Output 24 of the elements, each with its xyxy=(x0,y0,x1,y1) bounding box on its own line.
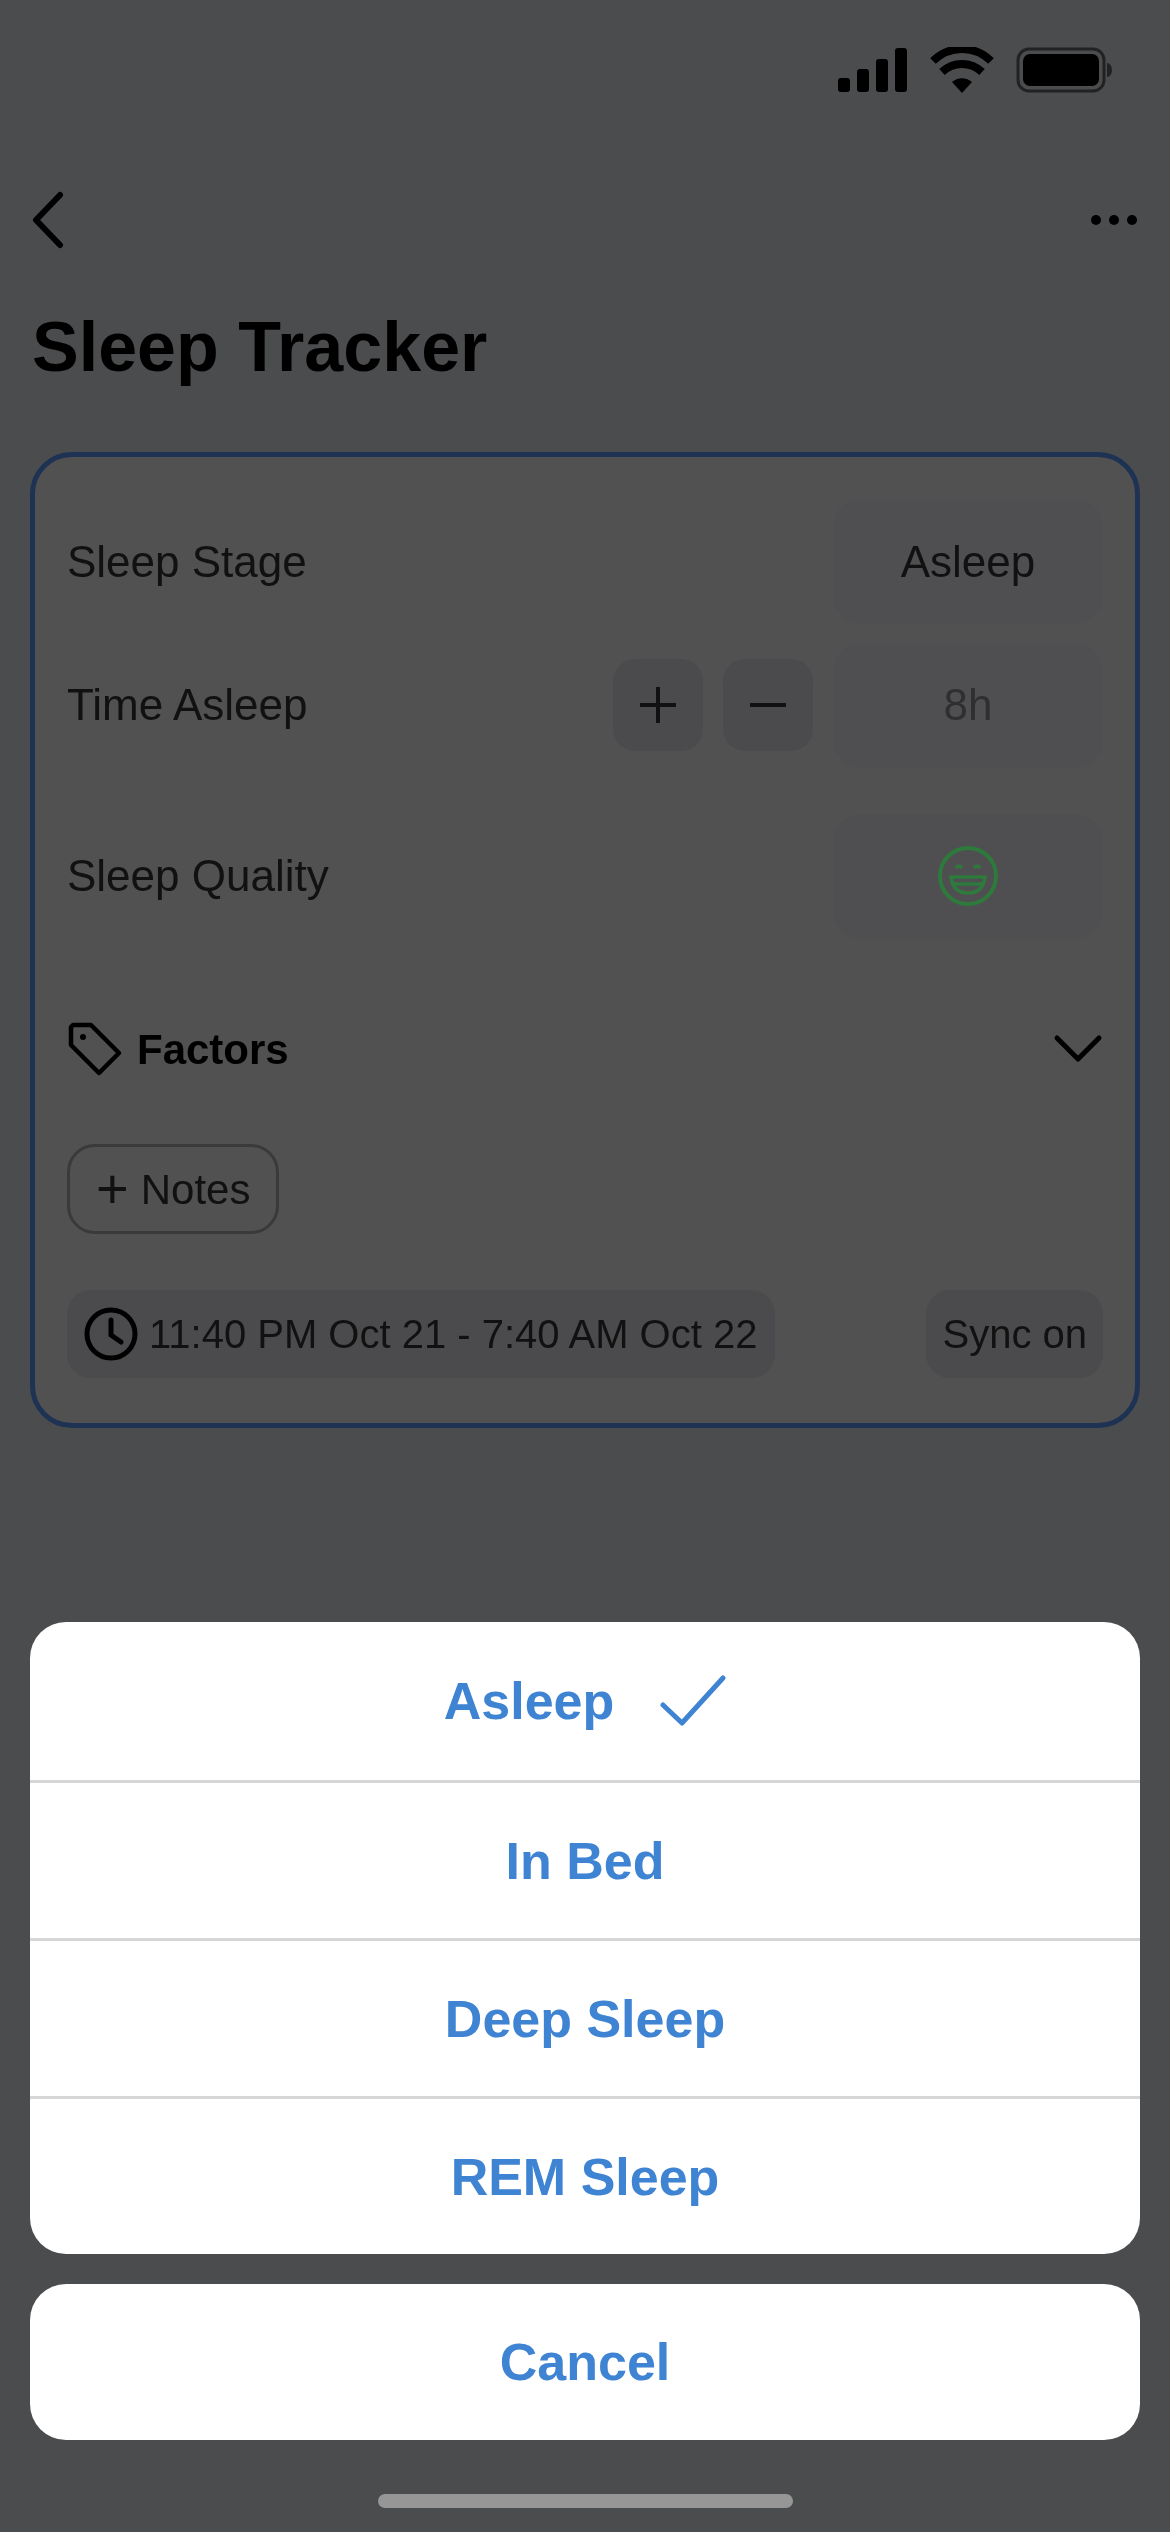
factors-label: Factors xyxy=(137,1024,289,1075)
row-label: Sleep Stage xyxy=(67,535,307,588)
sync-status[interactable]: Sync on xyxy=(926,1290,1103,1378)
plus-icon xyxy=(638,685,678,725)
battery-icon xyxy=(1016,47,1114,93)
cancel-button[interactable]: Cancel xyxy=(30,2284,1140,2440)
sheet-option[interactable]: REM Sleep xyxy=(30,2096,1140,2254)
row-label: Sleep Quality xyxy=(67,850,329,902)
row-label: Time Asleep xyxy=(67,679,308,731)
time-range-chip[interactable]: 11:40 PM Oct 21 - 7:40 AM Oct 22 xyxy=(67,1290,776,1378)
chevron-icon[interactable] xyxy=(1053,1034,1103,1064)
sheet-option[interactable]: Asleep xyxy=(30,1622,1140,1780)
grinning-face-icon xyxy=(937,845,999,907)
signal-icon xyxy=(838,48,908,92)
sheet-option[interactable]: Deep Sleep xyxy=(30,1938,1140,2096)
tag-icon xyxy=(67,1021,123,1077)
plus-button[interactable] xyxy=(613,659,703,751)
notes-button[interactable]: + Notes xyxy=(67,1144,280,1234)
sheet-option[interactable]: In Bed xyxy=(30,1780,1140,1938)
clock-icon xyxy=(83,1306,139,1362)
page-title: Sleep Tracker xyxy=(31,312,489,388)
checkmark-icon xyxy=(660,1675,727,1727)
minus-icon xyxy=(748,703,788,707)
wifi-icon xyxy=(930,47,994,93)
